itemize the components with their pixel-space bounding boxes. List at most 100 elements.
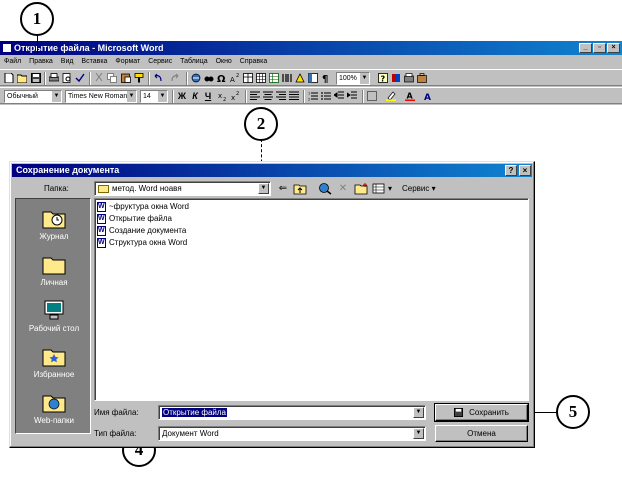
font-combo[interactable]: Times New Roman ▼	[65, 90, 137, 103]
close-window-button[interactable]: ×	[607, 43, 620, 53]
filetype-value: Документ Word	[162, 429, 219, 438]
superscript-x-icon[interactable]: x2	[231, 91, 241, 101]
filetype-label: Тип файла:	[94, 429, 137, 438]
up-folder-icon[interactable]	[293, 182, 307, 195]
increase-indent-icon[interactable]	[347, 91, 357, 101]
views-dropdown-arrow[interactable]: ▾	[388, 184, 392, 193]
help-icon[interactable]: ?	[378, 73, 388, 83]
views-icon[interactable]	[372, 182, 386, 195]
search-web-icon[interactable]	[318, 182, 332, 195]
fax-icon[interactable]	[404, 73, 414, 83]
place-favorites[interactable]: Избранное	[16, 345, 92, 389]
place-desktop[interactable]: Рабочий стол	[16, 299, 92, 343]
open-folder-icon[interactable]	[17, 73, 27, 83]
chevron-down-icon[interactable]: ▼	[413, 407, 424, 418]
numbering-icon[interactable]: 12	[308, 91, 318, 101]
callout-5: 5	[556, 395, 590, 429]
menu-file[interactable]: Файл	[4, 58, 21, 65]
back-arrow-icon[interactable]: ⇐	[276, 182, 290, 195]
menu-table[interactable]: Таблица	[180, 58, 207, 65]
paste-icon[interactable]	[121, 73, 131, 83]
svg-text:A: A	[230, 76, 235, 83]
font-value: Times New Roman	[68, 93, 128, 100]
print-icon[interactable]	[49, 73, 59, 83]
chevron-down-icon[interactable]: ▼	[413, 428, 424, 439]
drawing-icon[interactable]	[295, 73, 305, 83]
cancel-button[interactable]: Отмена	[435, 425, 528, 442]
font-grow-icon[interactable]: A	[424, 91, 434, 101]
service-menu[interactable]: Сервис ▾	[402, 184, 436, 193]
new-folder-icon[interactable]	[354, 182, 368, 195]
find-icon[interactable]	[204, 73, 214, 83]
hyperlink-icon[interactable]	[191, 73, 201, 83]
excel-sheet-icon[interactable]	[269, 73, 279, 83]
decrease-indent-icon[interactable]	[334, 91, 344, 101]
align-center-icon[interactable]	[263, 91, 273, 101]
columns-icon[interactable]	[282, 73, 292, 83]
dialog-close-button[interactable]: ×	[519, 165, 531, 176]
dialog-help-button[interactable]: ?	[505, 165, 517, 176]
file-list[interactable]: ~фруктура окна Word Открытие файла Созда…	[94, 198, 529, 401]
delete-icon[interactable]: ✕	[336, 182, 350, 195]
place-web-folders[interactable]: Web-папки	[16, 391, 92, 435]
folder-combo[interactable]: метод. Word ноавя ▼	[94, 181, 271, 196]
place-history[interactable]: Журнал	[16, 207, 92, 251]
list-item[interactable]: Создание документа	[97, 225, 186, 237]
print-preview-icon[interactable]	[62, 73, 72, 83]
list-item[interactable]: Открытие файла	[97, 213, 172, 225]
document-map-icon[interactable]	[308, 73, 318, 83]
font-color-icon[interactable]: A	[405, 91, 415, 101]
menu-tools[interactable]: Сервис	[148, 58, 172, 65]
word-menubar: Файл Правка Вид Вставка Формат Сервис Та…	[0, 55, 622, 69]
align-left-icon[interactable]	[250, 91, 260, 101]
bullets-icon[interactable]	[321, 91, 331, 101]
insert-table-icon[interactable]	[256, 73, 266, 83]
minimize-button[interactable]: _	[579, 43, 592, 53]
save-disk-icon[interactable]	[31, 73, 41, 83]
menu-help[interactable]: Справка	[240, 58, 267, 65]
omega-symbol-icon[interactable]: Ω	[217, 73, 227, 83]
menu-insert[interactable]: Вставка	[81, 58, 107, 65]
spelling-icon[interactable]	[75, 73, 85, 83]
restore-button[interactable]: ▫	[593, 43, 606, 53]
svg-text:2: 2	[236, 91, 239, 97]
filename-input[interactable]: Открытие файла ▼	[158, 405, 426, 420]
bold-button[interactable]: Ж	[177, 91, 187, 102]
underline-button[interactable]: Ч	[203, 91, 213, 102]
book-icon[interactable]	[391, 73, 401, 83]
briefcase-icon[interactable]	[417, 73, 427, 83]
copy-icon[interactable]	[107, 73, 117, 83]
align-right-icon[interactable]	[276, 91, 286, 101]
list-item[interactable]: ~фруктура окна Word	[97, 201, 189, 213]
chevron-down-icon[interactable]: ▼	[258, 183, 269, 194]
service-label: Сервис	[402, 184, 430, 193]
undo-icon[interactable]	[153, 73, 163, 83]
menu-window[interactable]: Окно	[216, 58, 232, 65]
filename-value: Открытие файла	[162, 408, 228, 417]
new-document-icon[interactable]	[4, 73, 14, 83]
style-combo[interactable]: Обычный ▼	[4, 90, 62, 103]
tables-icon[interactable]	[243, 73, 253, 83]
svg-text:Ω: Ω	[217, 74, 226, 83]
borders-icon[interactable]	[367, 91, 377, 101]
zoom-combo[interactable]: 100% ▼	[336, 72, 370, 85]
menu-format[interactable]: Формат	[115, 58, 140, 65]
place-personal[interactable]: Личная	[16, 253, 92, 297]
menu-edit[interactable]: Правка	[29, 58, 53, 65]
menu-view[interactable]: Вид	[61, 58, 74, 65]
redo-icon[interactable]	[170, 73, 180, 83]
italic-button[interactable]: К	[190, 91, 200, 102]
filetype-combo[interactable]: Документ Word ▼	[158, 426, 426, 441]
cut-icon[interactable]	[94, 73, 104, 83]
save-button[interactable]: Сохранить	[434, 403, 529, 422]
font-size-combo[interactable]: 14 ▼	[140, 90, 168, 103]
pilcrow-icon[interactable]: ¶	[321, 73, 331, 83]
format-painter-icon[interactable]	[134, 73, 144, 83]
subscript-icon[interactable]: x2	[218, 91, 228, 101]
superscript-icon[interactable]: A2	[230, 73, 240, 83]
history-icon	[42, 211, 66, 229]
justify-icon[interactable]	[289, 91, 299, 101]
highlight-icon[interactable]	[386, 91, 396, 101]
list-item[interactable]: Структура окна Word	[97, 237, 187, 249]
word-app-icon	[2, 43, 12, 53]
